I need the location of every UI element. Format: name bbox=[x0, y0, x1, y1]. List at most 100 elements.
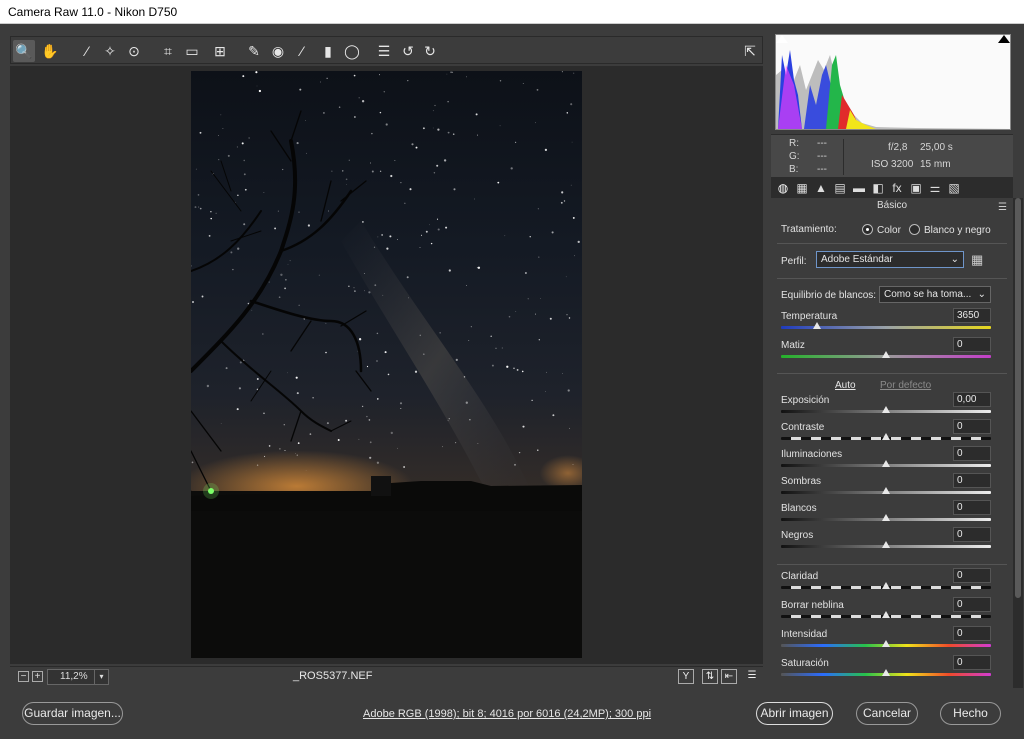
negros-value-field[interactable]: 0 bbox=[953, 527, 991, 542]
temperatura-value-field[interactable]: 3650 bbox=[953, 308, 991, 323]
calibration-tab-icon[interactable]: ▣ bbox=[908, 180, 924, 196]
zoom-select[interactable]: 11,2% ▾ bbox=[47, 669, 109, 685]
borrar-neblina-value-field[interactable]: 0 bbox=[953, 597, 991, 612]
preferences-icon[interactable]: ☰ bbox=[373, 40, 395, 62]
targeted-adjustment-icon[interactable]: ⊙ bbox=[123, 40, 145, 62]
blancos-slider-thumb[interactable] bbox=[882, 514, 890, 521]
workflow-options-link[interactable]: Adobe RGB (1998); bit 8; 4016 por 6016 (… bbox=[363, 708, 651, 720]
toolbar: ⇱ 🔍 ✋ ⁄ ✧ ⊙ ⌗ ▭ ⊞ ✎ ◉ ⁄ ▮ ◯ ☰ ↺ ↻ bbox=[10, 36, 763, 64]
zoom-in-button[interactable]: + bbox=[32, 671, 43, 682]
negros-slider-thumb[interactable] bbox=[882, 541, 890, 548]
save-image-button[interactable]: Guardar imagen... bbox=[22, 702, 123, 725]
saturacion-slider-thumb[interactable] bbox=[882, 669, 890, 676]
presets-tab-icon[interactable]: ⚌ bbox=[927, 180, 943, 196]
treatment-color-radio[interactable] bbox=[862, 224, 873, 235]
done-button[interactable]: Hecho bbox=[940, 702, 1001, 725]
spot-removal-icon[interactable]: ✎ bbox=[243, 40, 265, 62]
zoom-out-button[interactable]: − bbox=[18, 671, 29, 682]
star bbox=[397, 447, 398, 449]
star bbox=[397, 239, 398, 241]
star bbox=[390, 174, 393, 178]
auto-link[interactable]: Auto bbox=[835, 380, 856, 391]
intensidad-slider-thumb[interactable] bbox=[882, 640, 890, 647]
iluminaciones-slider-thumb[interactable] bbox=[882, 460, 890, 467]
exposicion-slider-thumb[interactable] bbox=[882, 406, 890, 413]
star bbox=[510, 167, 513, 170]
star bbox=[399, 402, 403, 405]
star bbox=[403, 466, 405, 468]
detail-tab-icon[interactable]: ▲ bbox=[813, 180, 829, 196]
white-balance-icon[interactable]: ⁄ bbox=[76, 40, 98, 62]
zoom-icon[interactable]: 🔍 bbox=[13, 40, 35, 62]
cancel-button[interactable]: Cancelar bbox=[856, 702, 918, 725]
red-eye-icon[interactable]: ◉ bbox=[267, 40, 289, 62]
claridad-value-field[interactable]: 0 bbox=[953, 568, 991, 583]
exposicion-label: Exposición bbox=[781, 395, 830, 406]
transform-icon[interactable]: ⊞ bbox=[209, 40, 231, 62]
view-toggle-button[interactable]: Y bbox=[678, 669, 694, 684]
star bbox=[379, 170, 382, 172]
exposicion-value-field[interactable]: 0,00 bbox=[953, 392, 991, 407]
radial-filter-icon[interactable]: ◯ bbox=[341, 40, 363, 62]
panel-scrollbar[interactable] bbox=[1013, 198, 1023, 688]
fullscreen-icon[interactable]: ⇱ bbox=[739, 40, 761, 62]
split-toning-tab-icon[interactable]: ▬ bbox=[851, 180, 867, 196]
star bbox=[521, 370, 524, 373]
rotate-right-icon[interactable]: ↻ bbox=[419, 40, 441, 62]
profile-browser-icon[interactable]: ▦ bbox=[971, 251, 988, 268]
adjustment-brush-icon[interactable]: ⁄ bbox=[291, 40, 313, 62]
sombras-value-field[interactable]: 0 bbox=[953, 473, 991, 488]
treatment-bw-radio[interactable] bbox=[909, 224, 920, 235]
panel-menu-icon[interactable]: ☰ bbox=[998, 202, 1007, 213]
scrollbar-thumb[interactable] bbox=[1015, 198, 1021, 598]
profile-select[interactable]: Adobe Estándar ⌄ bbox=[816, 251, 964, 268]
blancos-value-field[interactable]: 0 bbox=[953, 500, 991, 515]
crop-icon[interactable]: ⌗ bbox=[157, 40, 179, 62]
star bbox=[566, 112, 569, 114]
hand-icon[interactable]: ✋ bbox=[39, 40, 61, 62]
treatment-label: Tratamiento: bbox=[781, 224, 837, 235]
rotate-left-icon[interactable]: ↺ bbox=[397, 40, 419, 62]
borrar-neblina-slider-thumb[interactable] bbox=[882, 611, 890, 618]
iluminaciones-value-field[interactable]: 0 bbox=[953, 446, 991, 461]
default-link[interactable]: Por defecto bbox=[880, 380, 931, 391]
star bbox=[296, 392, 299, 395]
star bbox=[448, 418, 450, 420]
intensidad-value-field[interactable]: 0 bbox=[953, 626, 991, 641]
photo-preview[interactable] bbox=[191, 71, 582, 658]
lens-tab-icon[interactable]: ◧ bbox=[870, 180, 886, 196]
copy-settings-button[interactable]: ⇤ bbox=[721, 669, 737, 684]
preview-settings-icon[interactable]: ☰ bbox=[744, 669, 760, 684]
star bbox=[455, 442, 457, 444]
swap-settings-button[interactable]: ⇅ bbox=[702, 669, 718, 684]
iso-value: ISO 3200 bbox=[871, 159, 914, 170]
image-preview-area[interactable] bbox=[10, 66, 763, 664]
star bbox=[377, 236, 379, 238]
file-name: _ROS5377.NEF bbox=[293, 670, 373, 682]
effects-tab-icon[interactable]: fx bbox=[889, 180, 905, 196]
snapshots-tab-icon[interactable]: ▧ bbox=[946, 180, 962, 196]
tone-curve-tab-icon[interactable]: ▦ bbox=[794, 180, 810, 196]
star bbox=[264, 455, 266, 457]
shadow-clipping-icon[interactable] bbox=[776, 35, 788, 43]
star bbox=[419, 334, 422, 337]
highlight-clipping-icon[interactable] bbox=[998, 35, 1010, 43]
straighten-icon[interactable]: ▭ bbox=[181, 40, 203, 62]
star bbox=[369, 456, 372, 459]
contraste-slider-thumb[interactable] bbox=[882, 433, 890, 440]
claridad-slider-thumb[interactable] bbox=[882, 582, 890, 589]
basic-tab-icon[interactable]: ◍ bbox=[775, 180, 791, 196]
graduated-filter-icon[interactable]: ▮ bbox=[317, 40, 339, 62]
temperatura-slider-thumb[interactable] bbox=[812, 322, 821, 329]
color-sampler-icon[interactable]: ✧ bbox=[99, 40, 121, 62]
matiz-slider-thumb[interactable] bbox=[882, 351, 890, 358]
saturacion-value-field[interactable]: 0 bbox=[953, 655, 991, 670]
hsl-tab-icon[interactable]: ▤ bbox=[832, 180, 848, 196]
star bbox=[239, 361, 242, 364]
open-image-button[interactable]: Abrir imagen bbox=[756, 702, 833, 725]
sombras-slider-thumb[interactable] bbox=[882, 487, 890, 494]
star bbox=[243, 173, 246, 176]
white-balance-select[interactable]: Como se ha toma... ⌄ bbox=[879, 286, 991, 303]
matiz-value-field[interactable]: 0 bbox=[953, 337, 991, 352]
contraste-value-field[interactable]: 0 bbox=[953, 419, 991, 434]
